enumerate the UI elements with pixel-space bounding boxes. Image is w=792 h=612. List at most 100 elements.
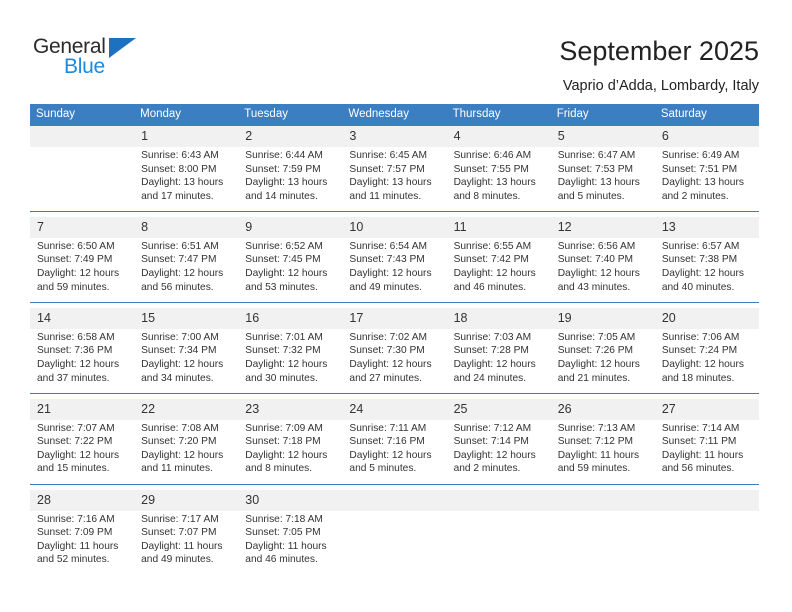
day-daylight-text: and 34 minutes. (141, 372, 214, 384)
day-number-cell[interactable]: 5 (550, 126, 655, 147)
day-sunrise-text: Sunrise: 6:45 AM (349, 150, 428, 161)
day-sunset-text: Sunset: 7:42 PM (453, 254, 529, 266)
day-number-cell[interactable]: 28 (30, 489, 135, 511)
day-number-cell[interactable]: 27 (654, 398, 759, 420)
day-number-cell[interactable]: 10 (342, 216, 447, 238)
week-daynumber-row: 28 29 30 (30, 489, 759, 511)
day-sunset-text: Sunset: 7:34 PM (141, 345, 217, 357)
day-details-cell-empty (654, 510, 759, 575)
day-number-cell-empty (342, 489, 447, 511)
page-subtitle-location: Vaprio d’Adda, Lombardy, Italy (562, 78, 759, 94)
day-details-cell: Sunrise: 7:12 AM Sunset: 7:14 PM Daylight:… (446, 419, 551, 485)
day-daylight-text: and 27 minutes. (349, 372, 422, 384)
weekday-header-saturday: Saturday (654, 104, 759, 126)
day-daylight-text: Daylight: 12 hours (453, 268, 536, 280)
week-daynumber-row: 21 22 23 24 25 26 27 (30, 398, 759, 420)
day-number-cell[interactable]: 17 (342, 307, 447, 329)
day-number-cell[interactable]: 4 (446, 126, 551, 147)
day-sunset-text: Sunset: 7:38 PM (661, 254, 738, 266)
day-number-cell[interactable]: 3 (342, 126, 447, 147)
day-daylight-text: Daylight: 12 hours (349, 358, 432, 370)
day-sunset-text: Sunset: 7:18 PM (245, 436, 321, 448)
calendar-body: 1 2 3 4 5 6 Sunrise: 6:43 AM Sunset: 8:00 PM Day… (30, 126, 759, 575)
day-sunrise-text: Sunrise: 6:51 AM (141, 240, 219, 252)
day-sunset-text: Sunset: 7:53 PM (557, 163, 634, 175)
day-daylight-text: and 30 minutes. (245, 372, 318, 384)
day-sunrise-text: Sunrise: 6:57 AM (661, 240, 740, 252)
day-details-cell: Sunrise: 7:17 AM Sunset: 7:07 PM Daylight:… (134, 510, 239, 575)
day-details-cell: Sunrise: 7:03 AM Sunset: 7:28 PM Daylight:… (446, 328, 551, 394)
day-sunset-text: Sunset: 7:32 PM (245, 345, 321, 357)
day-sunrise-text: Sunrise: 7:17 AM (141, 513, 219, 525)
day-sunrise-text: Sunrise: 6:52 AM (245, 240, 323, 252)
day-daylight-text: Daylight: 11 hours (37, 540, 119, 552)
day-daylight-text: Daylight: 13 hours (245, 177, 328, 189)
day-number-cell[interactable]: 24 (342, 398, 447, 420)
day-daylight-text: and 46 minutes. (245, 554, 318, 566)
day-sunrise-text: Sunrise: 7:11 AM (349, 422, 427, 434)
day-number-cell[interactable]: 30 (238, 489, 343, 511)
day-number-cell[interactable]: 12 (550, 216, 655, 238)
day-details-cell: Sunrise: 6:44 AM Sunset: 7:59 PM Daylight:… (238, 147, 343, 212)
day-number-cell[interactable]: 22 (134, 398, 239, 420)
day-number-cell[interactable]: 15 (134, 307, 239, 329)
day-number-cell[interactable]: 2 (238, 126, 343, 147)
day-number-cell[interactable]: 13 (654, 216, 759, 238)
weekday-header-row: Sunday Monday Tuesday Wednesday Thursday… (30, 104, 759, 126)
day-sunrise-text: Sunrise: 6:43 AM (141, 150, 219, 161)
day-daylight-text: Daylight: 11 hours (661, 449, 744, 461)
day-daylight-text: Daylight: 12 hours (557, 268, 640, 280)
day-sunrise-text: Sunrise: 6:54 AM (349, 240, 428, 252)
day-details-cell: Sunrise: 6:54 AM Sunset: 7:43 PM Daylight:… (342, 237, 447, 303)
day-daylight-text: Daylight: 12 hours (245, 268, 328, 280)
week-details-row: Sunrise: 6:43 AM Sunset: 8:00 PM Daylight:… (30, 147, 759, 212)
day-number-cell[interactable]: 29 (134, 489, 239, 511)
day-sunset-text: Sunset: 7:57 PM (349, 163, 425, 175)
day-sunset-text: Sunset: 7:16 PM (349, 436, 425, 448)
day-sunset-text: Sunset: 7:09 PM (37, 527, 113, 539)
day-number-cell[interactable]: 9 (238, 216, 343, 238)
day-sunrise-text: Sunrise: 6:46 AM (453, 150, 532, 161)
day-daylight-text: and 59 minutes. (37, 281, 110, 293)
day-details-cell: Sunrise: 7:13 AM Sunset: 7:12 PM Daylight:… (550, 419, 655, 485)
day-daylight-text: and 11 minutes. (349, 190, 422, 202)
day-sunrise-text: Sunrise: 6:56 AM (557, 240, 636, 252)
day-daylight-text: and 5 minutes. (557, 190, 625, 202)
day-daylight-text: and 52 minutes. (37, 554, 110, 566)
day-number-cell[interactable]: 26 (550, 398, 655, 420)
day-number-cell[interactable]: 21 (30, 398, 135, 420)
day-number-cell[interactable]: 6 (654, 126, 759, 147)
day-number-cell[interactable]: 1 (134, 126, 239, 147)
day-daylight-text: and 43 minutes. (557, 281, 631, 293)
day-daylight-text: and 15 minutes. (37, 463, 110, 475)
day-daylight-text: Daylight: 12 hours (37, 358, 120, 370)
day-daylight-text: and 40 minutes. (661, 281, 735, 293)
day-sunset-text: Sunset: 7:24 PM (661, 345, 738, 357)
day-sunset-text: Sunset: 7:12 PM (557, 436, 634, 448)
day-number-cell[interactable]: 16 (238, 307, 343, 329)
day-number-cell[interactable]: 18 (446, 307, 551, 329)
day-number-cell[interactable]: 23 (238, 398, 343, 420)
day-details-cell: Sunrise: 6:43 AM Sunset: 8:00 PM Daylight:… (134, 147, 239, 212)
page-header: General Blue September 2025 Vaprio d’Add… (0, 0, 792, 100)
day-sunrise-text: Sunrise: 7:07 AM (37, 422, 115, 434)
day-number-cell[interactable]: 11 (446, 216, 551, 238)
day-number-cell[interactable]: 8 (134, 216, 239, 238)
day-daylight-text: Daylight: 12 hours (141, 268, 224, 280)
day-number-cell[interactable]: 14 (30, 307, 135, 329)
day-details-cell: Sunrise: 7:08 AM Sunset: 7:20 PM Daylight:… (134, 419, 239, 485)
day-daylight-text: Daylight: 12 hours (37, 449, 120, 461)
day-details-cell-empty (30, 147, 135, 212)
day-number-cell[interactable]: 7 (30, 216, 135, 238)
day-number-cell[interactable]: 19 (550, 307, 655, 329)
day-number-cell[interactable]: 20 (654, 307, 759, 329)
day-daylight-text: Daylight: 12 hours (349, 268, 432, 280)
logo-text-blue: Blue (64, 55, 105, 78)
day-number-cell[interactable]: 25 (446, 398, 551, 420)
day-details-cell: Sunrise: 6:45 AM Sunset: 7:57 PM Daylight:… (342, 147, 447, 212)
day-sunrise-text: Sunrise: 7:00 AM (141, 331, 219, 343)
day-daylight-text: Daylight: 12 hours (349, 449, 432, 461)
day-details-cell: Sunrise: 7:02 AM Sunset: 7:30 PM Daylight:… (342, 328, 447, 394)
day-details-cell: Sunrise: 6:58 AM Sunset: 7:36 PM Daylight:… (30, 328, 135, 394)
week-daynumber-row: 123456 (30, 126, 759, 147)
